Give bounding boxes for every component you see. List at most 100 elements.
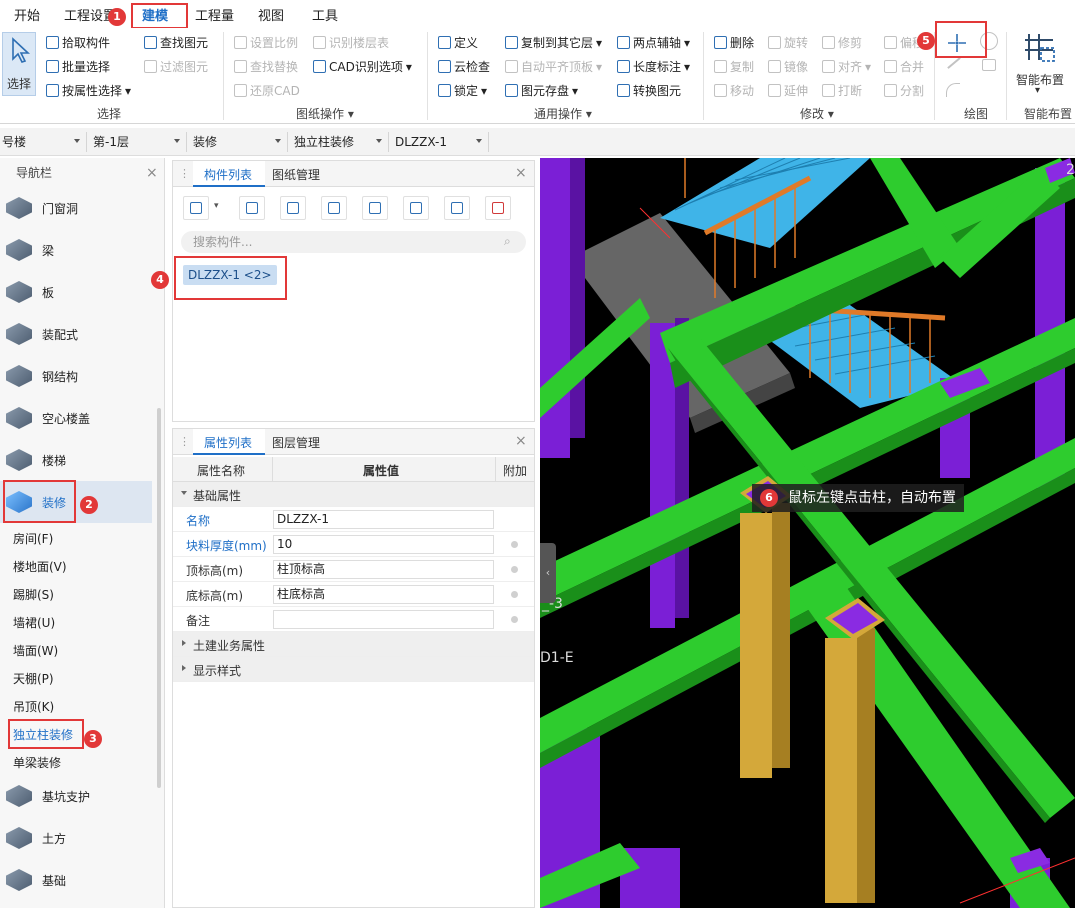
- property-value-input[interactable]: [273, 610, 494, 629]
- 3d-viewport[interactable]: _-3 D1-E 2 ‹: [540, 158, 1075, 908]
- menu-start[interactable]: 开始: [14, 5, 40, 24]
- line-draw-icon[interactable]: [947, 57, 961, 69]
- menu-quantities[interactable]: 工程量: [195, 5, 234, 24]
- group-basic-properties[interactable]: 基础属性: [173, 482, 534, 507]
- nav-item-slab[interactable]: 板: [0, 271, 152, 313]
- property-value-input[interactable]: 10: [273, 535, 494, 554]
- nav-item-steel[interactable]: 钢结构: [0, 355, 152, 397]
- menu-tools[interactable]: 工具: [312, 5, 338, 24]
- drag-handle-icon[interactable]: ⋮: [179, 435, 190, 448]
- copy-to-floor-button[interactable]: 复制到其它层 ▾: [505, 34, 602, 51]
- nav-item-beam[interactable]: 梁: [0, 229, 152, 271]
- find-element-button[interactable]: 查找图元: [144, 34, 208, 51]
- move-button[interactable]: 移动: [714, 82, 754, 99]
- cad-options-button[interactable]: CAD识别选项 ▾: [313, 58, 412, 75]
- category-select[interactable]: 装修: [191, 132, 288, 152]
- sub-item-wall[interactable]: 墙面(W): [13, 642, 58, 659]
- convert-icon: [617, 84, 630, 97]
- nav-item-foundation[interactable]: 基础: [0, 859, 152, 901]
- property-close-icon[interactable]: ×: [515, 433, 527, 449]
- tab-drawing-management[interactable]: 图纸管理: [272, 166, 320, 183]
- component-select[interactable]: DLZZX-1: [393, 132, 489, 152]
- rotate-button[interactable]: 旋转: [768, 34, 808, 51]
- set-scale-button[interactable]: 设置比例: [234, 34, 298, 51]
- sub-item-ceiling[interactable]: 天棚(P): [13, 670, 54, 687]
- restore-cad-button[interactable]: 还原CAD: [234, 82, 300, 99]
- batch-icon: [46, 60, 59, 73]
- duplicate-component-button[interactable]: [321, 196, 347, 220]
- merge-button[interactable]: 合并: [884, 58, 924, 75]
- component-type-select[interactable]: 独立柱装修: [292, 132, 389, 152]
- copy-button[interactable]: 复制: [714, 58, 754, 75]
- auto-align-slab-button[interactable]: 自动平齐顶板 ▾: [505, 58, 602, 75]
- nav-scrollbar[interactable]: [157, 408, 161, 788]
- attach-checkbox[interactable]: [511, 616, 518, 623]
- mirror-button[interactable]: 镜像: [768, 58, 808, 75]
- sub-item-room[interactable]: 房间(F): [13, 530, 53, 547]
- tab-property-list[interactable]: 属性列表: [204, 434, 252, 451]
- nav-item-door-window[interactable]: 门窗洞: [0, 187, 152, 229]
- new-dropdown-icon[interactable]: ▾: [214, 201, 219, 211]
- sub-item-floor[interactable]: 楼地面(V): [13, 558, 67, 575]
- search-icon[interactable]: ⌕: [504, 234, 511, 249]
- nav-item-earthwork[interactable]: 土方: [0, 817, 152, 859]
- copy-component-button[interactable]: [239, 196, 265, 220]
- filter-element-button[interactable]: 过滤图元: [144, 58, 208, 75]
- extend-button[interactable]: 延伸: [768, 82, 808, 99]
- delete-button[interactable]: 删除: [714, 34, 754, 51]
- nav-item-excavation-support[interactable]: 基坑支护: [0, 775, 152, 817]
- drag-handle-icon[interactable]: ⋮: [179, 167, 190, 180]
- nav-item-prefab[interactable]: 装配式: [0, 313, 152, 355]
- cloud-check-button[interactable]: 云检查: [438, 58, 490, 75]
- length-dimension-button[interactable]: 长度标注 ▾: [617, 58, 690, 75]
- identify-floor-table-button[interactable]: 识别楼层表: [313, 34, 389, 51]
- list-view-button[interactable]: [444, 196, 470, 220]
- trim-button[interactable]: 修剪: [822, 34, 862, 51]
- component-close-icon[interactable]: ×: [515, 165, 527, 181]
- smart-layout-button[interactable]: 智能布置 ▾: [1014, 30, 1066, 100]
- convert-element-button[interactable]: 转换图元: [617, 82, 681, 99]
- delete-component-button[interactable]: [280, 196, 306, 220]
- nav-item-stairs[interactable]: 楼梯: [0, 439, 152, 481]
- floor-copy-component-button[interactable]: [362, 196, 388, 220]
- define-button[interactable]: 定义: [438, 34, 478, 51]
- rect-draw-icon[interactable]: [982, 59, 996, 71]
- tab-layer-management[interactable]: 图层管理: [272, 434, 320, 451]
- floor-select[interactable]: 第-1层: [91, 132, 187, 152]
- attach-checkbox[interactable]: [511, 541, 518, 548]
- attach-checkbox[interactable]: [511, 566, 518, 573]
- building-select[interactable]: 号楼: [0, 132, 87, 152]
- lock-button[interactable]: 锁定 ▾: [438, 82, 487, 99]
- menu-view[interactable]: 视图: [258, 5, 284, 24]
- group-display-style[interactable]: 显示样式: [173, 657, 534, 682]
- sub-item-beam-decoration[interactable]: 单梁装修: [13, 754, 61, 771]
- break-button[interactable]: 打断: [822, 82, 862, 99]
- group-civil-properties[interactable]: 土建业务属性: [173, 632, 534, 657]
- sub-item-suspended-ceiling[interactable]: 吊顶(K): [13, 698, 54, 715]
- element-save-button[interactable]: 图元存盘 ▾: [505, 82, 578, 99]
- new-component-button[interactable]: [183, 196, 209, 220]
- select-button[interactable]: 选择: [2, 32, 36, 96]
- tab-component-list[interactable]: 构件列表: [204, 166, 252, 183]
- batch-select-button[interactable]: 批量选择: [46, 58, 110, 75]
- property-value-input[interactable]: DLZZX-1: [273, 510, 494, 529]
- export-component-button[interactable]: [403, 196, 429, 220]
- component-search-input[interactable]: 搜索构件...: [181, 231, 526, 253]
- sub-item-dado[interactable]: 墙裙(U): [13, 614, 55, 631]
- split-button[interactable]: 分割: [884, 82, 924, 99]
- select-by-property-button[interactable]: 按属性选择 ▾: [46, 82, 131, 99]
- nav-close-icon[interactable]: ×: [146, 165, 158, 181]
- attach-checkbox[interactable]: [511, 591, 518, 598]
- pick-component-button[interactable]: 拾取构件: [46, 34, 110, 51]
- arc-draw-icon[interactable]: [946, 83, 960, 97]
- properties-view-button[interactable]: [485, 196, 511, 220]
- two-point-axis-button[interactable]: 两点辅轴 ▾: [617, 34, 690, 51]
- find-replace-button[interactable]: 查找替换: [234, 58, 298, 75]
- nav-item-hollow-floor[interactable]: 空心楼盖: [0, 397, 152, 439]
- collapse-panel-handle[interactable]: ‹: [540, 543, 556, 603]
- 3d-model-scene[interactable]: [540, 158, 1075, 908]
- sub-item-skirting[interactable]: 踢脚(S): [13, 586, 54, 603]
- align-button[interactable]: 对齐 ▾: [822, 58, 871, 75]
- property-value-input[interactable]: 柱顶标高: [273, 560, 494, 579]
- property-value-input[interactable]: 柱底标高: [273, 585, 494, 604]
